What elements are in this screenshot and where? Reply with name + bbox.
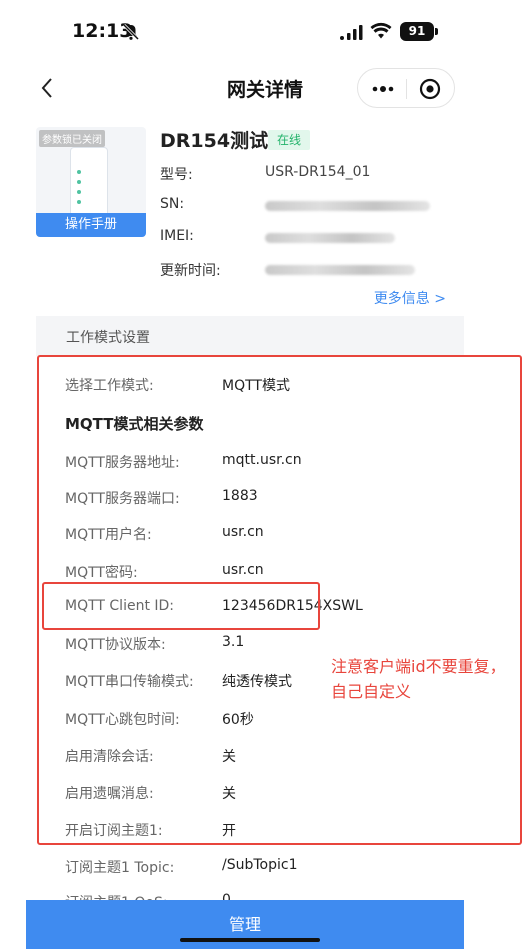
imei-label: IMEI:	[160, 228, 194, 244]
device-led	[77, 170, 81, 174]
section-title: 工作模式设置	[66, 330, 150, 346]
home-indicator	[180, 938, 320, 942]
annotation-note: 注意客户端id不要重复，自己自定义	[331, 657, 506, 701]
device-led	[77, 180, 81, 184]
device-led	[77, 200, 81, 204]
manual-button[interactable]: 操作手册	[36, 213, 146, 237]
section-header: 工作模式设置	[36, 316, 464, 356]
sn-value-redacted	[265, 201, 430, 211]
update-time-label: 更新时间:	[160, 263, 221, 279]
param-lock-tag: 参数锁已关闭	[39, 130, 105, 147]
sn-label: SN:	[160, 196, 185, 212]
device-led	[77, 190, 81, 194]
model-label: 型号:	[160, 167, 193, 183]
wifi-icon	[370, 22, 392, 39]
silent-bell-icon	[122, 23, 140, 41]
status-bar: 12:13 91	[0, 0, 530, 62]
param-label: 订阅主题1 Topic:	[65, 860, 175, 876]
screen: 12:13 91 网关详情 参数锁已关闭 操作手册 DR154测试 在线 型号:…	[0, 0, 530, 949]
more-info-link[interactable]: 更多信息 >	[374, 288, 446, 308]
more-icon[interactable]	[372, 86, 394, 92]
battery-tip	[435, 28, 438, 35]
mini-program-capsule	[357, 68, 455, 108]
status-badge: 在线	[268, 130, 311, 150]
imei-value-redacted	[265, 233, 395, 243]
device-illustration	[70, 147, 108, 217]
close-target-icon[interactable]	[419, 78, 441, 100]
update-time-value-redacted	[265, 265, 415, 275]
battery-icon: 91	[400, 22, 434, 41]
model-value: USR-DR154_01	[265, 164, 371, 180]
nav-bar: 网关详情	[0, 62, 530, 114]
signal-icon	[340, 25, 363, 40]
capsule-divider	[406, 79, 407, 99]
param-value: /SubTopic1	[222, 857, 298, 873]
device-image[interactable]: 参数锁已关闭 操作手册	[36, 127, 146, 237]
device-name: DR154测试	[160, 130, 269, 152]
client-id-highlight	[42, 582, 320, 630]
